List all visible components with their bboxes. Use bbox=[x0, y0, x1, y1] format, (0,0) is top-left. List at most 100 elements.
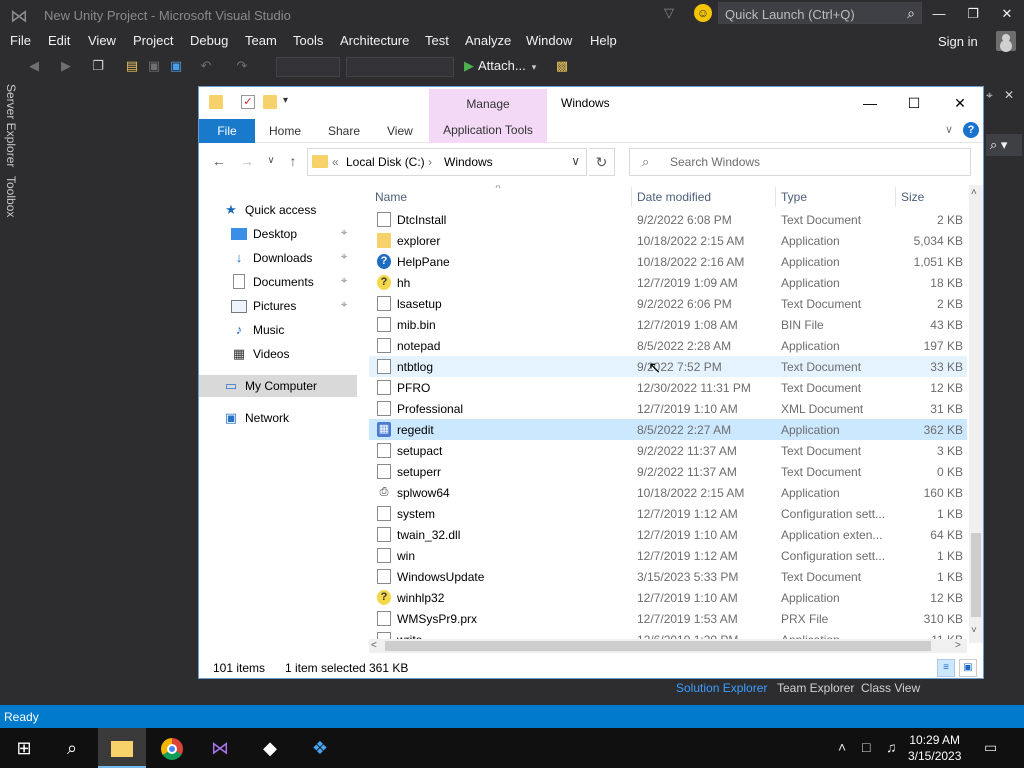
vertical-scroll-thumb[interactable] bbox=[971, 533, 981, 617]
address-bar[interactable]: « Local Disk (C:) › Windows ∨ bbox=[307, 148, 587, 176]
file-row[interactable]: twain_32.dll 12/7/2019 1:10 AM Application… bbox=[369, 524, 967, 545]
explorer-minimize-button[interactable]: — bbox=[847, 93, 893, 113]
pin-icon[interactable]: ⌖ bbox=[341, 299, 347, 312]
file-row[interactable]: ? HelpPane 10/18/2022 2:16 AM Application 1,… bbox=[369, 251, 967, 272]
customize-quick-access-icon[interactable]: ▾ bbox=[283, 95, 288, 106]
menu-project[interactable]: Project bbox=[133, 33, 173, 48]
server-explorer-tab[interactable]: Server Explorer bbox=[4, 84, 18, 167]
explorer-maximize-button[interactable]: ☐ bbox=[891, 93, 937, 113]
column-divider[interactable] bbox=[631, 187, 632, 207]
file-row[interactable]: Professional 12/7/2019 1:10 AM XML Documen… bbox=[369, 398, 967, 419]
file-row[interactable]: ? winhlp32 12/7/2019 1:10 AM Application 12 … bbox=[369, 587, 967, 608]
sign-in-link[interactable]: Sign in bbox=[938, 34, 978, 49]
team-explorer-tab[interactable]: Team Explorer bbox=[777, 681, 854, 695]
nav-music[interactable]: ♪ Music bbox=[199, 319, 357, 341]
pin-icon[interactable]: ⌖ bbox=[341, 251, 347, 264]
pin-icon[interactable]: ⌖ bbox=[986, 88, 993, 103]
menu-view[interactable]: View bbox=[88, 33, 116, 48]
file-row[interactable]: win 12/7/2019 1:12 AM Configuration sett..… bbox=[369, 545, 967, 566]
pin-icon[interactable]: ⌖ bbox=[341, 275, 347, 288]
column-divider[interactable] bbox=[895, 187, 896, 207]
scroll-down-arrow-icon[interactable]: ˅ bbox=[971, 625, 977, 636]
menu-tools[interactable]: Tools bbox=[293, 33, 323, 48]
scroll-right-arrow-icon[interactable]: ˃ bbox=[955, 640, 961, 651]
solution-config-dropdown[interactable] bbox=[276, 57, 340, 77]
solution-platform-dropdown[interactable] bbox=[346, 57, 454, 77]
quick-launch-input[interactable]: Quick Launch (Ctrl+Q) ⌕ bbox=[718, 2, 922, 24]
save-icon[interactable]: ▣ bbox=[146, 58, 162, 74]
scroll-up-arrow-icon[interactable]: ˄ bbox=[971, 187, 977, 198]
redo-icon[interactable]: ↷ bbox=[234, 58, 250, 74]
ribbon-application-tools-tab[interactable]: Application Tools bbox=[429, 119, 547, 143]
menu-window[interactable]: Window bbox=[526, 33, 572, 48]
open-file-icon[interactable]: ▤ bbox=[124, 58, 140, 74]
solution-explorer-tab[interactable]: Solution Explorer bbox=[676, 681, 767, 695]
ribbon-home-tab[interactable]: Home bbox=[269, 124, 301, 138]
menu-help[interactable]: Help bbox=[590, 33, 617, 48]
class-view-tab[interactable]: Class View bbox=[861, 681, 920, 695]
file-row[interactable]: lsasetup 9/2/2022 6:06 PM Text Document 2 K… bbox=[369, 293, 967, 314]
new-folder-icon[interactable] bbox=[263, 95, 277, 109]
account-icon[interactable] bbox=[996, 31, 1016, 51]
panel-close-icon[interactable]: ✕ bbox=[1004, 88, 1014, 102]
start-windows-icon[interactable]: ⊞ bbox=[0, 728, 48, 768]
ribbon-view-tab[interactable]: View bbox=[387, 124, 413, 138]
nav-desktop[interactable]: Desktop ⌖ bbox=[199, 223, 357, 245]
vs-restore-button[interactable]: ❐ bbox=[958, 4, 988, 24]
search-icon[interactable]: ⌕ bbox=[48, 728, 96, 768]
ribbon-file-tab[interactable]: File bbox=[199, 119, 255, 143]
file-row[interactable]: WindowsUpdate 3/15/2023 5:33 PM Text Docum… bbox=[369, 566, 967, 587]
column-divider[interactable] bbox=[775, 187, 776, 207]
volume-icon[interactable]: ♫ bbox=[886, 739, 897, 755]
horizontal-scroll-thumb[interactable] bbox=[385, 641, 931, 651]
pin-icon[interactable]: ⌖ bbox=[341, 227, 347, 240]
large-icons-view-icon[interactable]: ▣ bbox=[959, 659, 977, 677]
menu-debug[interactable]: Debug bbox=[190, 33, 228, 48]
unity-icon[interactable]: ◆ bbox=[246, 728, 294, 768]
notifications-icon[interactable]: ▭ bbox=[984, 739, 997, 756]
nav-quick-access[interactable]: ★ Quick access bbox=[199, 199, 357, 221]
properties-icon[interactable]: ✓ bbox=[241, 95, 255, 109]
nav-my-computer[interactable]: ▭ My Computer bbox=[199, 375, 357, 397]
file-row[interactable]: ? hh 12/7/2019 1:09 AM Application 18 KB bbox=[369, 272, 967, 293]
menu-team[interactable]: Team bbox=[245, 33, 277, 48]
nav-pictures[interactable]: Pictures ⌖ bbox=[199, 295, 357, 317]
help-icon[interactable]: ? bbox=[963, 122, 979, 138]
file-row[interactable]: ntbtlog 9/2022 7:52 PM Text Document 33 KB bbox=[369, 356, 967, 377]
show-hidden-icons-icon[interactable]: ˄ bbox=[838, 739, 846, 755]
address-folder[interactable]: Windows bbox=[444, 155, 493, 169]
back-nav-icon[interactable]: ◀ bbox=[26, 58, 42, 74]
address-drive[interactable]: Local Disk (C:) bbox=[346, 155, 425, 169]
explorer-close-button[interactable]: ✕ bbox=[937, 93, 983, 113]
file-row-selected[interactable]: ▦ regedit 8/5/2022 2:27 AM Application 362 K… bbox=[369, 419, 967, 440]
vs-minimize-button[interactable]: — bbox=[924, 4, 954, 24]
unity-hub-icon[interactable]: ❖ bbox=[296, 728, 344, 768]
file-row[interactable]: setuperr 9/2/2022 11:37 AM Text Document 0 … bbox=[369, 461, 967, 482]
undo-icon[interactable]: ↶ bbox=[198, 58, 214, 74]
search-input[interactable]: ⌕ Search Windows bbox=[629, 148, 971, 176]
menu-file[interactable]: File bbox=[10, 33, 31, 48]
manage-tab[interactable]: Manage bbox=[429, 89, 547, 121]
system-clock[interactable]: 10:29 AM 3/15/2023 bbox=[908, 732, 961, 764]
address-dropdown-icon[interactable]: ∨ bbox=[571, 154, 580, 168]
expand-ribbon-icon[interactable]: ∨ bbox=[945, 123, 953, 136]
refresh-button[interactable]: ↻ bbox=[589, 148, 615, 176]
forward-arrow-icon[interactable]: → bbox=[239, 153, 255, 169]
menu-architecture[interactable]: Architecture bbox=[340, 33, 409, 48]
search-icon[interactable]: ⌕ bbox=[907, 5, 915, 22]
address-separator[interactable]: › bbox=[428, 155, 432, 169]
visual-studio-taskbar-icon[interactable]: ⋈ bbox=[196, 728, 244, 768]
column-type[interactable]: Type bbox=[781, 190, 807, 204]
toolbox-tab[interactable]: Toolbox bbox=[4, 176, 18, 217]
file-row[interactable]: ⎙ splwow64 10/18/2022 2:15 AM Application 16… bbox=[369, 482, 967, 503]
scroll-left-arrow-icon[interactable]: ˂ bbox=[371, 640, 377, 651]
nav-videos[interactable]: ▦ Videos bbox=[199, 343, 357, 365]
feedback-smiley-icon[interactable]: ☺ bbox=[694, 4, 712, 22]
column-date-modified[interactable]: Date modified bbox=[637, 190, 711, 204]
network-tray-icon[interactable]: □ bbox=[862, 739, 870, 755]
attach-button[interactable]: ▶ Attach... ▾ bbox=[464, 58, 536, 74]
menu-analyze[interactable]: Analyze bbox=[465, 33, 511, 48]
menu-edit[interactable]: Edit bbox=[48, 33, 70, 48]
forward-nav-icon[interactable]: ▶ bbox=[58, 58, 74, 74]
file-row[interactable]: mib.bin 12/7/2019 1:08 AM BIN File 43 KB bbox=[369, 314, 967, 335]
